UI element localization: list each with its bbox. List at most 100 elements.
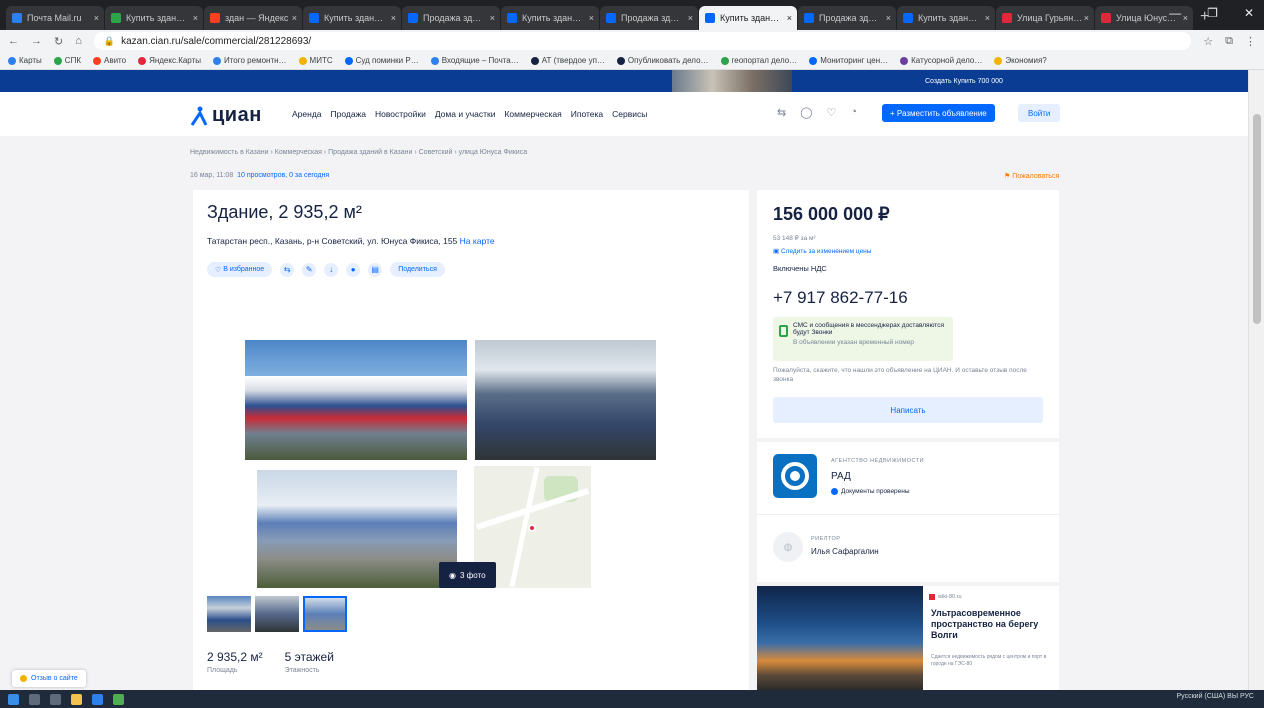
close-window-icon[interactable]: ✕ (1244, 6, 1254, 20)
thumbnail[interactable] (255, 596, 299, 632)
post-ad-button[interactable]: + Разместить объявление (882, 104, 995, 122)
bookmark-item[interactable]: Авито (92, 56, 126, 65)
bookmark-item[interactable]: геопортал дело… (720, 56, 797, 65)
cian-logo[interactable]: циан (190, 104, 262, 127)
chrome-icon[interactable] (113, 693, 124, 705)
search-icon[interactable] (29, 693, 40, 705)
browser-tab[interactable]: Купить здан… × (897, 6, 995, 30)
home-icon[interactable]: ⌂ (75, 35, 82, 47)
login-button[interactable]: Войти (1018, 104, 1061, 122)
close-icon[interactable]: × (688, 13, 693, 23)
browser-tab[interactable]: Купить здан… × (303, 6, 401, 30)
feedback-button[interactable]: Отзыв о сайте (12, 670, 86, 687)
close-icon[interactable]: × (490, 13, 495, 23)
bookmark-item[interactable]: Экономия? (994, 56, 1047, 65)
hide-icon[interactable]: ● (346, 262, 361, 277)
nav-item[interactable]: Коммерческая (504, 109, 561, 119)
maximize-icon[interactable]: ❐ (1207, 6, 1218, 20)
compare-icon[interactable]: ⇆ (777, 106, 786, 119)
breadcrumb[interactable]: Недвижимость в Казани › Коммерческая › П… (190, 149, 527, 156)
photo-count-button[interactable]: ◉ 3 фото (439, 562, 496, 588)
close-icon[interactable]: × (94, 13, 99, 23)
nav-item[interactable]: Ипотека (571, 109, 603, 119)
bookmark-item[interactable]: АТ (твердое уп… (530, 56, 605, 65)
realtor-caption: РИЕЛТОР (811, 536, 841, 542)
favorites-icon[interactable]: ♡ (827, 106, 837, 119)
reload-icon[interactable]: ↻ (54, 35, 63, 48)
forward-icon[interactable]: → (31, 35, 42, 47)
bookmark-item[interactable]: Итого ремонтн… (212, 56, 287, 65)
lock-icon: 🔒 (103, 35, 116, 46)
edge-icon[interactable] (92, 693, 103, 705)
price-card: 156 000 000 ₽ 53 148 ₽ за м² ▣ Следить з… (757, 190, 1059, 438)
agency-logo[interactable] (773, 454, 817, 498)
report-link[interactable]: ⚑ Пожаловаться (1004, 172, 1059, 180)
page-scrollbar[interactable] (1248, 70, 1264, 690)
favorite-button[interactable]: ♡ В избранное (207, 262, 273, 277)
edit-icon[interactable]: ✎ (302, 262, 317, 277)
browser-tab[interactable]: Продажа зд… × (402, 6, 500, 30)
photo-building-road[interactable] (257, 470, 457, 588)
bookmark-item[interactable]: Опубликовать дело… (616, 56, 709, 65)
price-subscribe-link[interactable]: ▣ Следить за изменением цены (773, 247, 871, 255)
map-link[interactable]: На карте (460, 236, 495, 246)
nav-item[interactable]: Продажа (331, 109, 366, 119)
bookmark-item[interactable]: Мониторинг цен… (809, 56, 888, 65)
menu-icon[interactable]: ⋮ (1245, 35, 1256, 48)
thumbnail[interactable] (207, 596, 251, 632)
photo-building-front[interactable] (245, 340, 467, 460)
bookmark-item[interactable]: Катусорной дело… (900, 56, 982, 65)
browser-tab[interactable]: Купить здан… × (501, 6, 599, 30)
nav-item[interactable]: Дома и участки (435, 109, 496, 119)
bookmark-item[interactable]: МИТС (298, 56, 333, 65)
bookmark-item[interactable]: Яндекс.Карты (138, 56, 201, 65)
notifications-icon[interactable]: ◔ (850, 106, 857, 119)
browser-tab[interactable]: Почта Mail.ru × (6, 6, 104, 30)
agency-name[interactable]: РАД (831, 471, 851, 482)
close-icon[interactable]: × (391, 13, 396, 23)
bookmark-item[interactable]: Суд поминки Р… (344, 56, 419, 65)
write-button[interactable]: Написать (773, 397, 1043, 423)
task-view-icon[interactable] (50, 693, 61, 705)
explorer-icon[interactable] (71, 693, 82, 705)
nav-item[interactable]: Сервисы (612, 109, 647, 119)
start-icon[interactable] (8, 693, 19, 705)
browser-tab[interactable]: Купить здан… × (699, 6, 797, 30)
photo-building-street[interactable] (475, 340, 656, 460)
ad-banner[interactable]: Создать Купить 700 000 (0, 70, 1248, 92)
close-icon[interactable]: × (1084, 13, 1089, 23)
ad-block[interactable]: wiki-80.ru Ультрасовременное пространств… (757, 586, 1059, 690)
close-icon[interactable]: × (292, 13, 297, 23)
chat-icon[interactable]: ◯ (800, 106, 812, 119)
phone-number[interactable]: +7 917 862-77-16 (773, 288, 908, 308)
bookmark-item[interactable]: СПК (53, 56, 81, 65)
url-field[interactable]: 🔒 kazan.cian.ru/sale/commercial/28122869… (93, 32, 1192, 50)
share-button[interactable]: Поделиться (390, 262, 445, 277)
close-icon[interactable]: × (787, 13, 792, 23)
close-icon[interactable]: × (886, 13, 891, 23)
browser-tab[interactable]: Купить здан… × (105, 6, 203, 30)
realtor-name[interactable]: Илья Сафаргалин (811, 547, 879, 556)
compare-button-icon[interactable]: ⇆ (280, 262, 295, 277)
system-tray[interactable]: Русский (США) ВЫ РУС (1177, 693, 1255, 700)
bookmark-item[interactable]: Карты (8, 56, 42, 65)
download-icon[interactable]: ↓ (324, 262, 339, 277)
browser-tab[interactable]: Продажа зд… × (798, 6, 896, 30)
minimize-icon[interactable]: — (1169, 6, 1181, 20)
browser-tab[interactable]: здан — Яндекс × (204, 6, 302, 30)
star-icon[interactable]: ☆ (1203, 35, 1213, 48)
extensions-icon[interactable]: ⧉ (1225, 35, 1233, 48)
browser-tab[interactable]: Продажа зд… × (600, 6, 698, 30)
print-icon[interactable]: ▤ (368, 262, 383, 277)
back-icon[interactable]: ← (8, 35, 19, 47)
browser-tab[interactable]: Улица Гурьян… × (996, 6, 1094, 30)
close-icon[interactable]: × (589, 13, 594, 23)
bookmark-item[interactable]: Входящие – Почта… (430, 56, 519, 65)
views-count[interactable]: 10 просмотров, 0 за сегодня (237, 172, 329, 179)
close-icon[interactable]: × (193, 13, 198, 23)
bookmark-icon (994, 56, 1003, 65)
thumbnail-selected[interactable] (303, 596, 347, 632)
nav-item[interactable]: Аренда (292, 109, 322, 119)
nav-item[interactable]: Новостройки (375, 109, 426, 119)
close-icon[interactable]: × (985, 13, 990, 23)
